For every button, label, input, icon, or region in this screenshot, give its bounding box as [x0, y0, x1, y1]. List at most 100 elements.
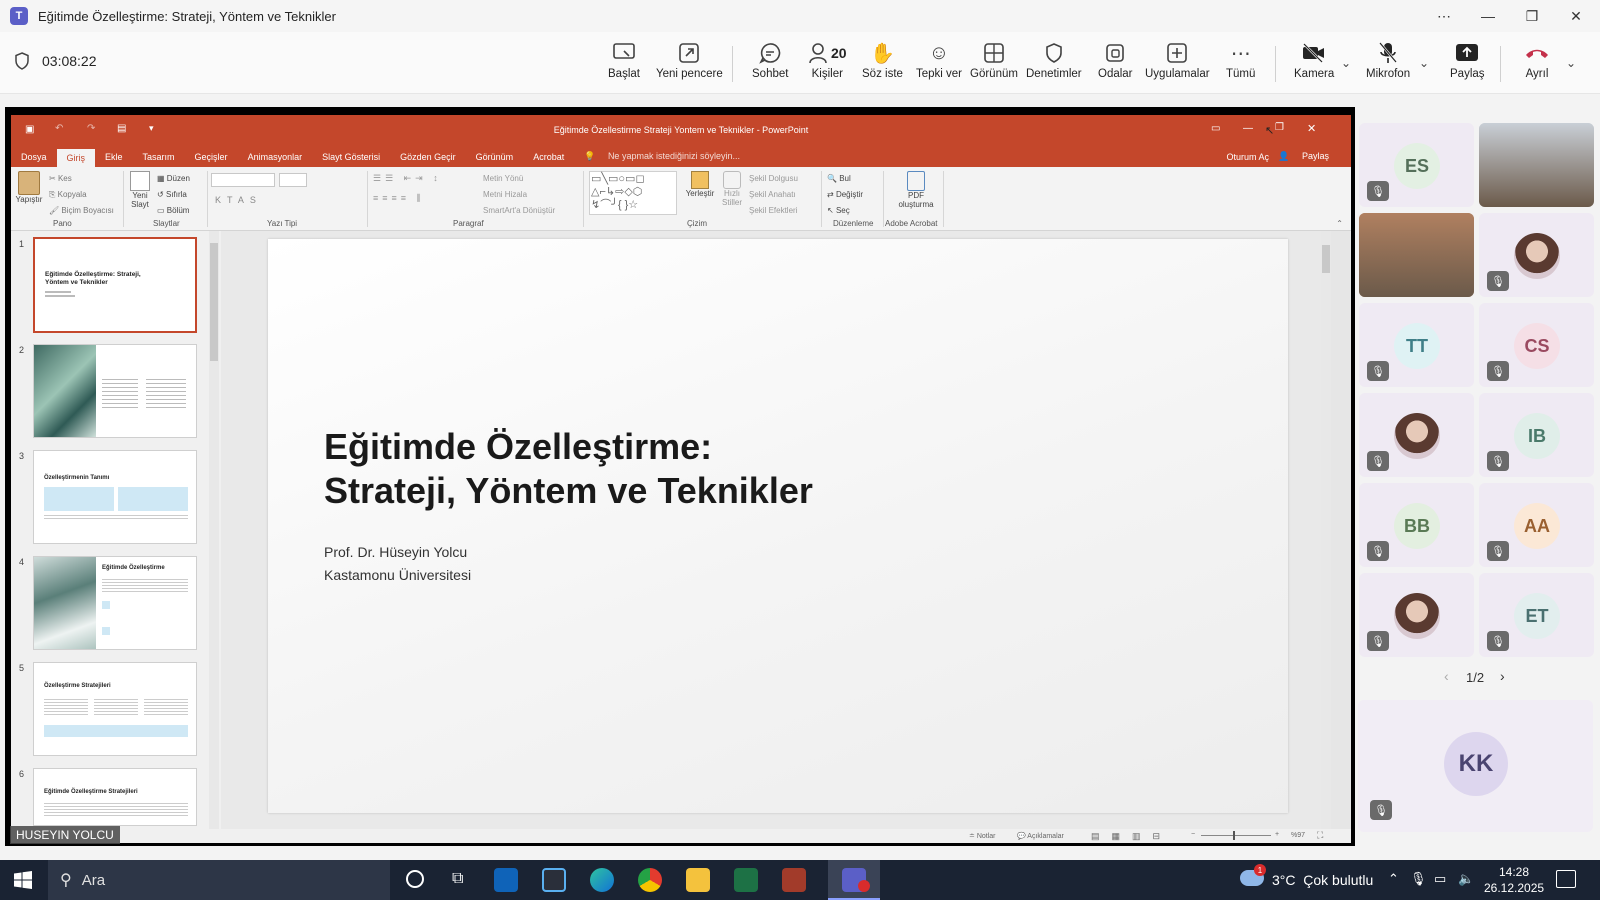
slide-subtitle[interactable]: Prof. Dr. Hüseyin Yolcu Kastamonu Üniver…	[324, 541, 471, 587]
shape-outline-button[interactable]: Şekil Anahatı	[749, 187, 798, 203]
participant-tile[interactable]: IB 🎙	[1479, 393, 1594, 477]
list-buttons[interactable]: ☰☰ ⇤⇥ ↕	[373, 173, 442, 184]
create-pdf-button[interactable]: PDF oluşturma	[891, 171, 941, 209]
tab-gecisler[interactable]: Geçişler	[185, 152, 238, 167]
mic-options-chevron-icon[interactable]: ⌄	[1419, 56, 1429, 70]
chrome-icon[interactable]	[638, 868, 662, 892]
people-button[interactable]: 20 Kişiler	[808, 40, 847, 80]
participant-tile[interactable]: ET 🎙	[1479, 573, 1594, 657]
tab-gozden-gecir[interactable]: Gözden Geçir	[390, 152, 466, 167]
zoom-slider[interactable]	[1201, 835, 1271, 836]
more-button[interactable]: ⋯ Tümü	[1226, 40, 1255, 81]
align-buttons[interactable]: ≡≡≡≡ ⫼	[373, 193, 425, 204]
rooms-button[interactable]: Odalar	[1098, 40, 1133, 80]
teams-taskbar-button[interactable]	[828, 860, 880, 900]
layout-button[interactable]: ▦ Düzen	[157, 171, 190, 187]
notes-button[interactable]: ≐ Notlar	[969, 832, 996, 840]
undo-icon[interactable]: ↶	[55, 123, 63, 134]
format-painter-button[interactable]: 🖌 Biçim Boyacısı	[49, 203, 114, 219]
zoom-level[interactable]: %97	[1291, 832, 1305, 839]
leave-options-chevron-icon[interactable]: ⌄	[1566, 56, 1576, 70]
winrar-icon[interactable]	[782, 868, 806, 892]
copy-button[interactable]: ⎘ Kopyala	[49, 187, 114, 203]
participant-tile[interactable]: ES 🎙	[1359, 123, 1474, 207]
cortana-icon[interactable]	[406, 870, 424, 888]
store-icon[interactable]	[542, 868, 566, 892]
ribbon-display-icon[interactable]: ▭	[1211, 123, 1220, 134]
find-button[interactable]: 🔍 Bul	[827, 171, 863, 187]
text-direction-button[interactable]: Metin Yönü	[483, 171, 555, 187]
edge-icon[interactable]	[590, 868, 614, 892]
thumbs-scroll-thumb[interactable]	[210, 243, 218, 361]
slide-thumbnail-4[interactable]: Eğitimde Özelleştirme	[33, 556, 197, 650]
collapse-ribbon-icon[interactable]: ⌃	[1336, 219, 1343, 228]
slide-scrollbar[interactable]	[1321, 231, 1331, 829]
tray-chevron-icon[interactable]: ⌃	[1388, 871, 1399, 887]
fit-slide-icon[interactable]: ⛶	[1317, 830, 1323, 841]
self-view-tile[interactable]: KK 🎙	[1358, 700, 1593, 832]
maximize-icon[interactable]: ❐	[1510, 0, 1554, 32]
slide-thumbnail-5[interactable]: Özelleştirme Stratejileri	[33, 662, 197, 756]
tab-tasarim[interactable]: Tasarım	[133, 152, 185, 167]
current-slide[interactable]: Eğitimde Özelleştirme: Strateji, Yöntem …	[268, 239, 1288, 813]
outlook-icon[interactable]	[494, 868, 518, 892]
apps-button[interactable]: Uygulamalar	[1145, 40, 1210, 80]
volume-icon[interactable]: 🔈	[1458, 871, 1474, 887]
gallery-next-icon[interactable]: ›	[1500, 668, 1505, 684]
view-mode-buttons[interactable]: ▤▦▥⊟	[1091, 831, 1172, 842]
more-icon[interactable]: ⋯	[1422, 0, 1466, 32]
notifications-icon[interactable]	[1556, 870, 1576, 888]
participant-tile[interactable]	[1359, 213, 1474, 297]
participant-tile[interactable]: BB 🎙	[1359, 483, 1474, 567]
align-text-button[interactable]: Metni Hizala	[483, 187, 555, 203]
ppt-share-button[interactable]: 👤 Paylaş	[1268, 151, 1349, 167]
paste-button[interactable]: Yapıştır	[15, 171, 43, 204]
slide-thumbnail-1[interactable]: Eğitimde Özelleştirme: Strateji, Yöntem …	[33, 237, 197, 333]
chat-button[interactable]: Sohbet	[752, 40, 788, 80]
tab-slayt-gosterisi[interactable]: Slayt Gösterisi	[312, 152, 390, 167]
slide-thumbnail-3[interactable]: Özelleştirmenin Tanımı	[33, 450, 197, 544]
reset-button[interactable]: ↺ Sıfırla	[157, 187, 190, 203]
participant-tile[interactable]: AA 🎙	[1479, 483, 1594, 567]
close-icon[interactable]: ✕	[1554, 0, 1598, 32]
tab-animasyonlar[interactable]: Animasyonlar	[238, 152, 313, 167]
start-button[interactable]: Başlat	[608, 40, 640, 80]
share-button[interactable]: Paylaş	[1450, 40, 1485, 80]
font-format-buttons[interactable]: KTAS	[215, 195, 262, 205]
slide-thumbnail-2[interactable]	[33, 344, 197, 438]
clock[interactable]: 14:28 26.12.2025	[1484, 864, 1544, 896]
ppt-close-icon[interactable]: ✕	[1307, 122, 1316, 135]
font-size-box[interactable]	[279, 173, 307, 187]
tab-acrobat[interactable]: Acrobat	[523, 152, 574, 167]
participant-tile[interactable]	[1479, 123, 1594, 207]
slide-thumbnail-6[interactable]: Eğitimde Özelleştirme Stratejileri	[33, 768, 197, 826]
thumbs-scrollbar[interactable]	[209, 231, 219, 829]
zoom-in-icon[interactable]: +	[1275, 831, 1279, 838]
excel-icon[interactable]	[734, 868, 758, 892]
taskbar-search-box[interactable]: ⚲ Ara	[48, 860, 390, 900]
tab-gorunum[interactable]: Görünüm	[466, 152, 524, 167]
shape-effects-button[interactable]: Şekil Efektleri	[749, 203, 798, 219]
shape-fill-button[interactable]: Şekil Dolgusu	[749, 171, 798, 187]
participant-tile[interactable]: TT 🎙	[1359, 303, 1474, 387]
participant-tile[interactable]: 🎙	[1479, 213, 1594, 297]
camera-options-chevron-icon[interactable]: ⌄	[1341, 56, 1351, 70]
cut-button[interactable]: ✂ Kes	[49, 171, 114, 187]
weather-text[interactable]: 3°C Çok bulutlu	[1272, 872, 1373, 888]
section-button[interactable]: ▭ Bölüm	[157, 203, 190, 219]
slideshow-icon[interactable]: ▤	[117, 123, 126, 134]
camera-button[interactable]: Kamera	[1294, 40, 1334, 80]
tab-giris[interactable]: Giriş	[56, 149, 96, 167]
arrange-button[interactable]: Yerleştir	[685, 171, 715, 198]
tab-ekle[interactable]: Ekle	[95, 152, 133, 167]
quick-styles-button[interactable]: Hızlı Stiller	[719, 171, 745, 207]
smartart-button[interactable]: SmartArt'a Dönüştür	[483, 203, 555, 219]
raise-hand-button[interactable]: ✋ Söz iste	[862, 40, 903, 81]
shapes-gallery[interactable]: ▭╲▭○▭◻ △⌐↳⇨◇⬡ ↯⌒╯{ }☆	[589, 171, 677, 215]
network-icon[interactable]: ▭	[1434, 871, 1446, 887]
customize-qat-icon[interactable]: ▾	[149, 123, 154, 134]
windows-start-icon[interactable]	[14, 871, 32, 894]
react-button[interactable]: ☺ Tepki ver	[916, 40, 962, 81]
redo-icon[interactable]: ↷	[87, 123, 95, 134]
ppt-restore-icon[interactable]: ❐	[1275, 122, 1284, 133]
